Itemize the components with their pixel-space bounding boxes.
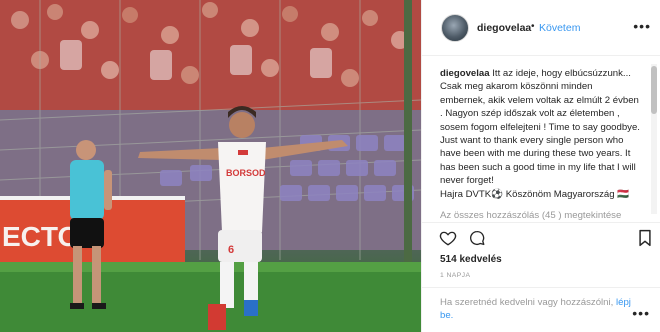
post-timestamp[interactable]: 1 NAPJA <box>440 272 470 279</box>
post-photo[interactable]: ECTOR BORSOD 6 <box>0 0 421 332</box>
heart-icon[interactable] <box>439 229 457 247</box>
jersey-text: BORSOD <box>226 168 266 178</box>
bookmark-icon[interactable] <box>638 229 652 247</box>
caption-hashtag-line: Hajra DVTK⚽ Köszönöm Magyarország 🇭🇺 <box>440 188 630 200</box>
likes-count[interactable]: 514 kedvelés <box>440 254 502 265</box>
avatar[interactable] <box>441 14 469 42</box>
caption-username[interactable]: diegovelaa <box>440 68 490 79</box>
post-caption: diegovelaa Itt az ideje, hogy elbúcsúzzu… <box>440 67 640 201</box>
jersey-number: 6 <box>228 244 234 256</box>
login-prompt-text: Ha szeretnéd kedvelni vagy hozzászólni, <box>440 297 614 308</box>
post-side-panel: diegovelaa • Követem ••• diegovelaa Itt … <box>421 0 660 332</box>
login-prompt: Ha szeretnéd kedvelni vagy hozzászólni, … <box>440 296 640 322</box>
caption-text: Itt az ideje, hogy elbúcsúzzunk... Csak … <box>440 68 640 187</box>
post-photo-scene: ECTOR BORSOD 6 <box>0 0 421 332</box>
more-options-bottom-icon[interactable]: ••• <box>632 305 650 321</box>
actions-divider <box>422 222 660 223</box>
caption-scrollbar-thumb[interactable] <box>651 66 657 114</box>
post-header: diegovelaa • Követem ••• <box>422 0 660 56</box>
header-username[interactable]: diegovelaa <box>477 22 531 34</box>
comment-icon[interactable] <box>468 229 486 247</box>
footer-divider <box>422 287 660 288</box>
header-separator: • <box>531 21 535 32</box>
more-options-icon[interactable]: ••• <box>633 18 651 34</box>
view-all-comments-link[interactable]: Az összes hozzászólás (45 ) megtekintése <box>440 210 621 221</box>
follow-button[interactable]: Követem <box>539 22 580 34</box>
